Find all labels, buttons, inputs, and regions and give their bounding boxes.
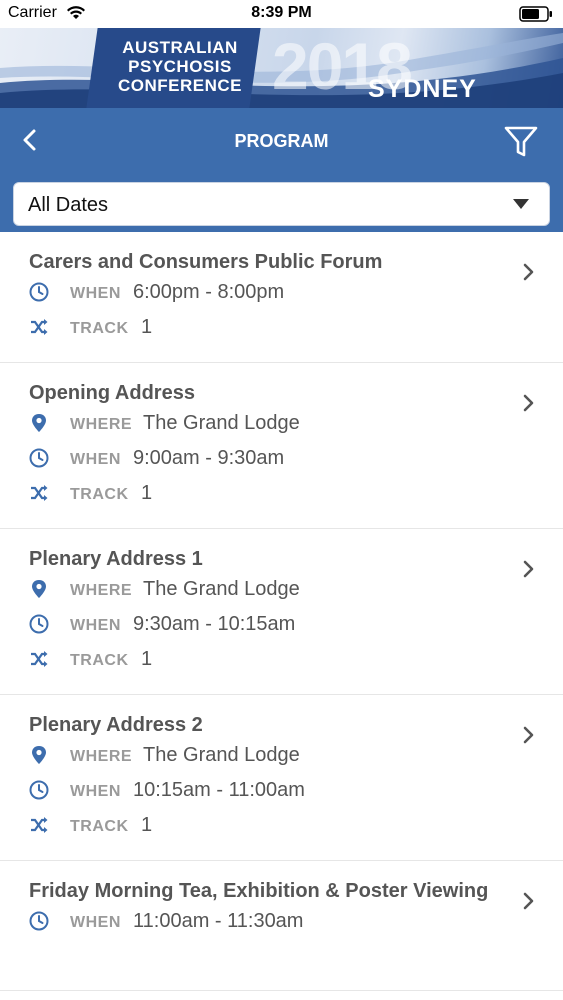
session-when-row: WHEN 11:00am - 11:30am	[29, 905, 503, 940]
session-location: The Grand Lodge	[143, 412, 300, 434]
where-label: WHERE	[70, 582, 133, 599]
where-label: WHERE	[70, 748, 133, 765]
track-label: TRACK	[70, 320, 129, 337]
session-time: 9:30am - 10:15am	[133, 613, 296, 635]
shuffle-icon	[31, 651, 48, 667]
session-time: 6:00pm - 8:00pm	[133, 281, 285, 303]
when-label: WHEN	[70, 914, 121, 931]
track-label: TRACK	[70, 818, 129, 835]
page-title: PROGRAM	[234, 131, 329, 151]
session-when-row: WHEN 10:15am - 11:00am	[29, 774, 503, 809]
date-filter-value: All Dates	[28, 194, 109, 216]
track-label: TRACK	[70, 486, 129, 503]
chevron-right-icon	[523, 726, 534, 744]
logo-line-1: AUSTRALIAN	[122, 38, 238, 57]
session-track-row: TRACK 1	[29, 809, 503, 844]
chevron-down-icon	[513, 199, 529, 209]
session-time: 10:15am - 11:00am	[133, 779, 305, 801]
status-bar: Carrier 8:39 PM	[0, 0, 563, 28]
logo-line-3: CONFERENCE	[117, 76, 242, 95]
session-track-row: TRACK 1	[29, 311, 503, 346]
list-item[interactable]: Opening Address WHERE The Grand Lodge WH…	[0, 363, 563, 529]
chevron-right-icon	[523, 560, 534, 578]
chevron-right-icon	[523, 892, 534, 910]
when-label: WHEN	[70, 783, 121, 800]
list-item[interactable]: Plenary Address 1 WHERE The Grand Lodge …	[0, 529, 563, 695]
chevron-right-icon	[523, 394, 534, 412]
session-track: 1	[141, 814, 153, 836]
shuffle-icon	[31, 817, 48, 833]
session-track-row: TRACK 1	[29, 643, 503, 678]
session-track: 1	[141, 482, 153, 504]
when-label: WHEN	[70, 451, 121, 468]
session-where-row: WHERE The Grand Lodge	[29, 573, 503, 608]
clock-icon	[29, 911, 49, 931]
session-title: Plenary Address 1	[29, 548, 203, 570]
session-track: 1	[141, 648, 153, 670]
session-when-row: WHEN 6:00pm - 8:00pm	[29, 276, 503, 311]
clock-icon	[29, 282, 49, 302]
shuffle-icon	[31, 485, 48, 501]
clock-icon	[29, 448, 49, 468]
session-time: 11:00am - 11:30am	[133, 910, 304, 932]
list-item[interactable]: Carers and Consumers Public Forum WHEN 6…	[0, 232, 563, 363]
session-time: 9:00am - 9:30am	[133, 447, 285, 469]
where-label: WHERE	[70, 416, 133, 433]
location-pin-icon	[32, 414, 46, 432]
session-title: Plenary Address 2	[29, 714, 203, 736]
session-title: Carers and Consumers Public Forum	[29, 251, 383, 273]
session-title: Opening Address	[29, 382, 195, 404]
clock-icon	[29, 780, 49, 800]
session-list: Carers and Consumers Public Forum WHEN 6…	[0, 232, 563, 991]
conference-logo-text: AUSTRALIAN PSYCHOSIS CONFERENCE	[110, 38, 250, 95]
conference-banner: AUSTRALIAN PSYCHOSIS CONFERENCE 2018 SYD…	[0, 28, 563, 108]
when-label: WHEN	[70, 285, 121, 302]
track-label: TRACK	[70, 652, 129, 669]
session-track: 1	[141, 316, 153, 338]
shuffle-icon	[31, 319, 48, 335]
session-where-row: WHERE The Grand Lodge	[29, 407, 503, 442]
session-when-row: WHEN 9:30am - 10:15am	[29, 608, 503, 643]
session-where-row: WHERE The Grand Lodge	[29, 739, 503, 774]
location-pin-icon	[32, 746, 46, 764]
session-when-row: WHEN 9:00am - 9:30am	[29, 442, 503, 477]
battery-icon	[519, 6, 552, 22]
banner-city: SYDNEY	[368, 75, 477, 103]
session-location: The Grand Lodge	[143, 744, 300, 766]
when-label: WHEN	[70, 617, 121, 634]
status-time: 8:39 PM	[251, 4, 312, 21]
list-item[interactable]: Plenary Address 2 WHERE The Grand Lodge …	[0, 695, 563, 861]
location-pin-icon	[32, 580, 46, 598]
session-title: Friday Morning Tea, Exhibition & Poster …	[29, 880, 489, 902]
clock-icon	[29, 614, 49, 634]
session-track-row: TRACK 1	[29, 477, 503, 512]
logo-line-2: PSYCHOSIS	[128, 57, 232, 76]
navigation-bar: PROGRAM All Dates	[0, 108, 563, 232]
session-location: The Grand Lodge	[143, 578, 300, 600]
date-filter-dropdown[interactable]: All Dates	[13, 182, 550, 226]
filter-icon[interactable]	[501, 122, 541, 162]
list-item[interactable]: Friday Morning Tea, Exhibition & Poster …	[0, 861, 563, 991]
chevron-right-icon	[523, 263, 534, 281]
